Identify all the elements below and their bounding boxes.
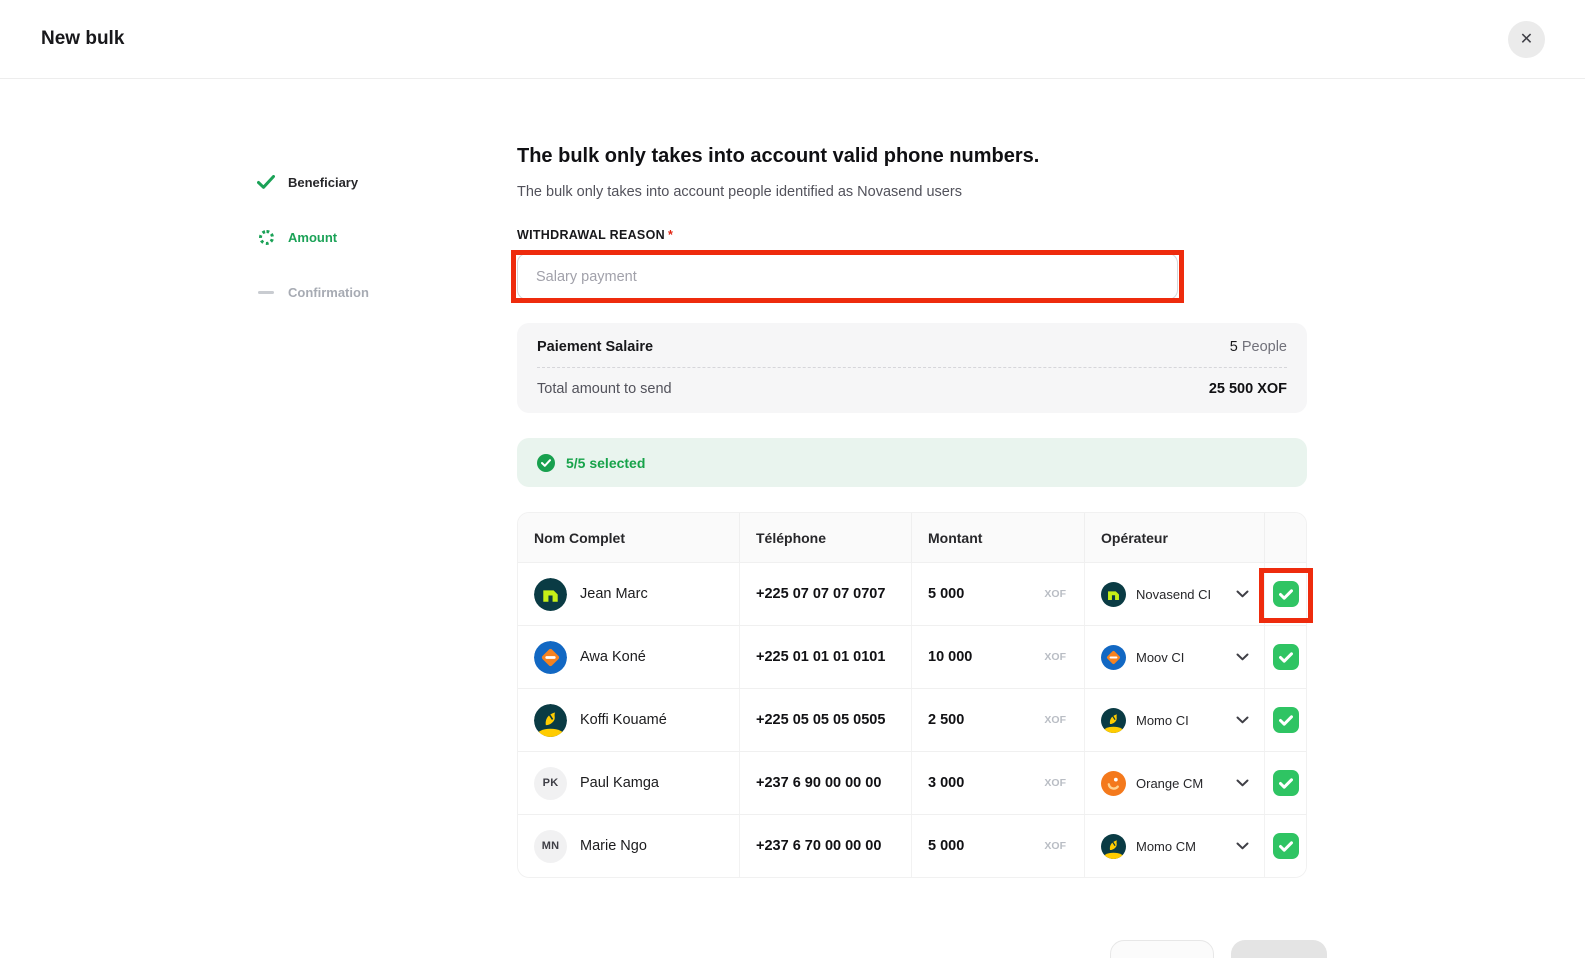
orange-icon: [1101, 770, 1126, 796]
novasend-icon: [1101, 581, 1126, 607]
moov-icon: [1101, 644, 1126, 670]
amount-value: 5 000: [928, 586, 965, 602]
primary-button[interactable]: [1231, 940, 1327, 958]
amount-value: 2 500: [928, 712, 965, 728]
stepper-label-confirmation: Confirmation: [288, 284, 369, 300]
spinner-icon: [255, 229, 277, 245]
required-asterisk: *: [667, 228, 674, 242]
stepper-label-amount: Amount: [288, 229, 338, 245]
operator-name: Moov CI: [1136, 649, 1185, 665]
operator-select[interactable]: Moov CI: [1085, 626, 1265, 688]
row-checkbox[interactable]: [1272, 707, 1299, 733]
operator-select[interactable]: Orange CM: [1085, 752, 1265, 814]
close-button[interactable]: ✕: [1508, 20, 1545, 58]
operator-select[interactable]: Novasend CI: [1085, 563, 1265, 625]
check-icon: [255, 175, 277, 189]
beneficiary-name: Jean Marc: [580, 586, 648, 602]
withdrawal-reason-input[interactable]: [517, 253, 1178, 300]
table-row: PK Paul Kamga +237 6 90 00 00 00 3 000 X…: [518, 751, 1306, 814]
dashed-divider: [537, 367, 1287, 368]
moov-logo: [534, 640, 567, 674]
amount-value: 10 000: [928, 649, 973, 665]
operator-name: Momo CM: [1136, 838, 1196, 854]
total-amount-value: 25 500 XOF: [1208, 381, 1287, 397]
currency-label: XOF: [1044, 714, 1066, 726]
stepper-item-amount[interactable]: Amount: [255, 224, 369, 250]
beneficiary-name: Marie Ngo: [580, 838, 647, 854]
column-header-select: [1265, 513, 1306, 562]
beneficiary-phone: +237 6 90 00 00 00: [756, 775, 882, 791]
operator-name: Novasend CI: [1136, 586, 1212, 602]
novasend-logo: [534, 577, 567, 611]
beneficiaries-table: Nom Complet Téléphone Montant Opérateur …: [517, 512, 1307, 878]
column-header-operator: Opérateur: [1085, 513, 1265, 562]
beneficiary-name: Awa Koné: [580, 649, 646, 665]
main-content: The bulk only takes into account valid p…: [517, 145, 1307, 878]
table-row: Awa Koné +225 01 01 01 0101 10 000 XOF M…: [518, 625, 1306, 688]
modal-header: New bulk ✕: [0, 0, 1585, 79]
column-header-amount: Montant: [912, 513, 1085, 562]
operator-select[interactable]: Momo CI: [1085, 689, 1265, 751]
column-header-phone: Téléphone: [740, 513, 912, 562]
table-row: MN Marie Ngo +237 6 70 00 00 00 5 000 XO…: [518, 814, 1306, 877]
avatar: MN: [534, 829, 567, 863]
table-row: Koffi Kouamé +225 05 05 05 0505 2 500 XO…: [518, 688, 1306, 751]
momo-icon: [1101, 833, 1126, 859]
beneficiary-phone: +225 05 05 05 0505: [756, 712, 886, 728]
selection-banner: 5/5 selected: [517, 438, 1307, 487]
chevron-down-icon: [1236, 842, 1249, 850]
stepper-item-confirmation[interactable]: Confirmation: [255, 279, 369, 305]
beneficiary-name: Koffi Kouamé: [580, 712, 667, 728]
chevron-down-icon: [1236, 590, 1249, 598]
row-checkbox[interactable]: [1272, 770, 1299, 796]
beneficiary-phone: +225 07 07 07 0707: [756, 586, 886, 602]
people-count: 5 People: [1229, 339, 1287, 355]
close-icon: ✕: [1519, 31, 1534, 48]
summary-card: Paiement Salaire 5 People Total amount t…: [517, 323, 1307, 413]
currency-label: XOF: [1044, 777, 1066, 789]
row-checkbox[interactable]: [1272, 833, 1299, 859]
stepper-item-beneficiary[interactable]: Beneficiary: [255, 169, 369, 195]
currency-label: XOF: [1044, 588, 1066, 600]
amount-value: 3 000: [928, 775, 965, 791]
withdrawal-reason-label: WITHDRAWAL REASON *: [517, 228, 674, 242]
operator-name: Orange CM: [1136, 775, 1204, 791]
section-title: The bulk only takes into account valid p…: [517, 145, 1040, 167]
chevron-down-icon: [1236, 716, 1249, 724]
momo-logo: [534, 703, 567, 737]
amount-value: 5 000: [928, 838, 965, 854]
operator-select[interactable]: Momo CM: [1085, 815, 1265, 877]
check-circle-icon: [537, 453, 555, 472]
secondary-button[interactable]: [1110, 940, 1214, 958]
new-bulk-modal: New bulk ✕ Beneficiary Amount Confirmati…: [0, 0, 1585, 958]
page-title: New bulk: [41, 28, 125, 49]
beneficiary-phone: +237 6 70 00 00 00: [756, 838, 882, 854]
currency-label: XOF: [1044, 840, 1066, 852]
row-checkbox[interactable]: [1272, 644, 1299, 670]
beneficiary-name: Paul Kamga: [580, 775, 659, 791]
footer-actions: [1110, 940, 1327, 958]
table-header: Nom Complet Téléphone Montant Opérateur: [518, 513, 1306, 562]
dash-icon: [255, 290, 277, 294]
momo-icon: [1101, 707, 1126, 733]
column-header-name: Nom Complet: [518, 513, 740, 562]
table-row: Jean Marc +225 07 07 07 0707 5 000 XOF N…: [518, 562, 1306, 625]
avatar: PK: [534, 766, 567, 800]
selection-count-text: 5/5 selected: [566, 454, 646, 471]
row-checkbox[interactable]: [1272, 581, 1299, 607]
beneficiary-phone: +225 01 01 01 0101: [756, 649, 886, 665]
operator-name: Momo CI: [1136, 712, 1189, 728]
bulk-name: Paiement Salaire: [537, 339, 654, 355]
section-subtitle: The bulk only takes into account people …: [517, 184, 962, 200]
stepper: Beneficiary Amount Confirmation: [255, 169, 369, 334]
stepper-label-beneficiary: Beneficiary: [288, 174, 359, 190]
chevron-down-icon: [1236, 779, 1249, 787]
chevron-down-icon: [1236, 653, 1249, 661]
currency-label: XOF: [1044, 651, 1066, 663]
total-amount-label: Total amount to send: [537, 381, 672, 397]
